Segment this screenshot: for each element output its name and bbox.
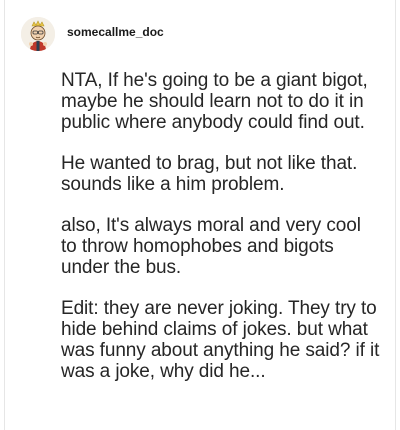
- post-body: NTA, If he's going to be a giant bigot, …: [61, 70, 381, 402]
- post-header: somecallme_doc: [21, 16, 164, 52]
- username[interactable]: somecallme_doc: [67, 25, 164, 39]
- post-paragraph: Edit: they are never joking. They try to…: [61, 298, 380, 382]
- cartoon-avatar-icon[interactable]: [21, 17, 55, 51]
- post-paragraph: He wanted to brag, but not like that. so…: [61, 153, 358, 195]
- post-paragraph: NTA, If he's going to be a giant bigot, …: [61, 70, 368, 133]
- post-card: somecallme_doc NTA, If he's going to be …: [4, 0, 396, 430]
- post-paragraph: also, It's always moral and very cool to…: [61, 215, 361, 278]
